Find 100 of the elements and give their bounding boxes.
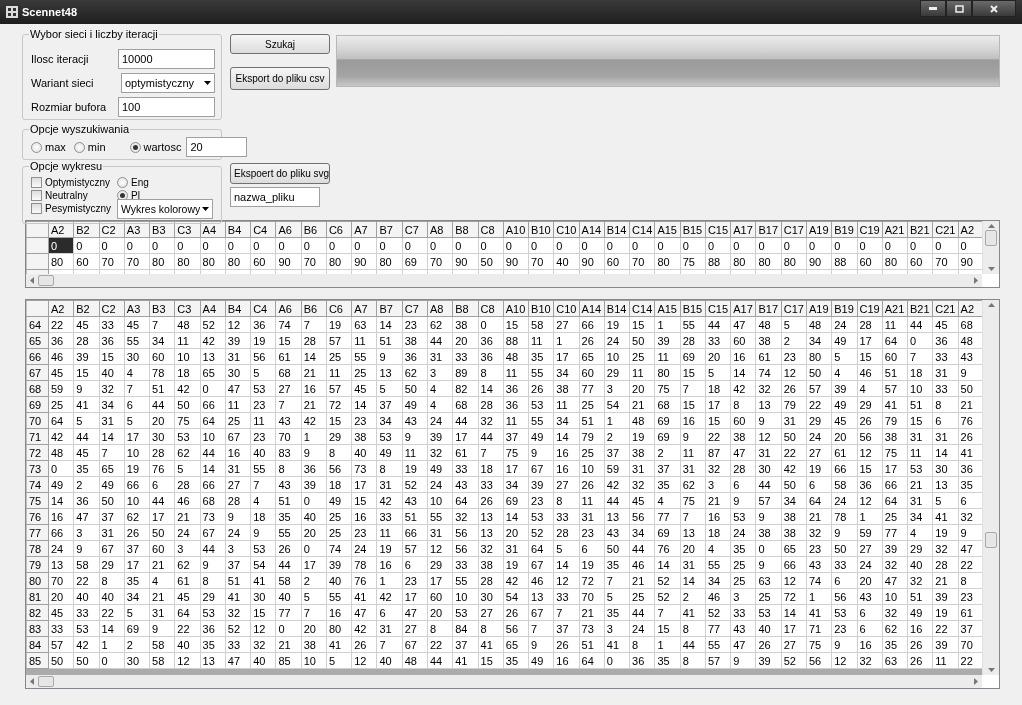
column-header[interactable]: C2 xyxy=(99,300,125,317)
vertical-scrollbar[interactable] xyxy=(982,221,999,274)
minimize-button[interactable] xyxy=(920,0,946,17)
radio-button[interactable]: Eng xyxy=(117,176,215,188)
table-cell[interactable]: 0 xyxy=(781,237,807,254)
table-cell[interactable]: 90 xyxy=(275,253,302,270)
column-header[interactable]: A17 xyxy=(730,300,756,317)
column-header[interactable]: C8 xyxy=(478,300,504,317)
column-header[interactable]: B19 xyxy=(831,221,857,238)
table-cell[interactable]: 0 xyxy=(503,237,529,254)
column-header[interactable]: B7 xyxy=(376,221,403,238)
text-field[interactable]: 10000 xyxy=(118,49,215,69)
checkbox[interactable]: Neutralny xyxy=(31,189,117,201)
column-header[interactable]: B15 xyxy=(680,300,706,317)
column-header[interactable]: C4 xyxy=(250,300,276,317)
table-cell[interactable]: 80 xyxy=(781,253,807,270)
maximize-icon[interactable] xyxy=(954,4,964,13)
radio-dot[interactable] xyxy=(31,141,42,153)
scroll-up-icon[interactable] xyxy=(987,303,995,307)
column-header[interactable]: C10 xyxy=(553,300,580,317)
table-cell[interactable]: 80 xyxy=(225,253,251,270)
table-cell[interactable]: 0 xyxy=(225,237,251,254)
table-cell[interactable]: 0 xyxy=(857,237,883,254)
close-button[interactable] xyxy=(972,0,1016,17)
scroll-right-icon[interactable] xyxy=(974,277,978,284)
column-header[interactable]: A2 xyxy=(958,300,982,317)
table-cell[interactable]: 0 xyxy=(579,237,605,254)
table-cell[interactable]: 80 xyxy=(882,253,908,270)
column-header[interactable]: A8 xyxy=(427,221,453,238)
scrollbar-thumb[interactable] xyxy=(985,230,997,246)
table-cell[interactable]: 0 xyxy=(604,237,630,254)
table-cell[interactable]: 0 xyxy=(73,237,100,254)
column-header[interactable]: C7 xyxy=(402,300,428,317)
scroll-left-icon[interactable] xyxy=(30,277,34,284)
table-cell[interactable]: 80 xyxy=(654,253,681,270)
column-header[interactable]: A2 xyxy=(48,300,74,317)
radio-button[interactable]: min xyxy=(73,141,106,153)
column-header[interactable]: A6 xyxy=(275,300,302,317)
column-header[interactable]: C15 xyxy=(705,300,731,317)
column-header[interactable]: B14 xyxy=(604,221,630,238)
column-header[interactable]: B19 xyxy=(831,300,857,317)
scroll-down-icon[interactable] xyxy=(987,267,995,271)
column-header[interactable]: A14 xyxy=(579,221,605,238)
scroll-left-icon[interactable] xyxy=(30,678,34,685)
column-header[interactable]: A14 xyxy=(579,300,605,317)
column-header[interactable]: C17 xyxy=(781,221,807,238)
table-cell[interactable]: 80 xyxy=(730,253,756,270)
column-header[interactable]: B15 xyxy=(680,221,706,238)
radio-dot[interactable] xyxy=(117,176,128,188)
table-cell[interactable]: 60 xyxy=(604,253,630,270)
column-header[interactable]: B21 xyxy=(907,300,933,317)
checkbox[interactable]: Optymistyczny xyxy=(31,176,117,188)
column-header[interactable]: C21 xyxy=(932,221,959,238)
column-header[interactable]: C19 xyxy=(857,221,883,238)
scroll-up-icon[interactable] xyxy=(987,224,995,228)
table-cell[interactable]: 0 xyxy=(755,237,782,254)
column-header[interactable]: A7 xyxy=(351,300,377,317)
table-cell[interactable]: 80 xyxy=(48,253,74,270)
table-cell[interactable]: 80 xyxy=(326,253,352,270)
table-cell[interactable]: 0 xyxy=(149,237,175,254)
table-cell[interactable]: 0 xyxy=(275,237,302,254)
checkbox-box[interactable] xyxy=(31,202,42,214)
column-header[interactable]: A21 xyxy=(882,300,908,317)
column-header[interactable]: C14 xyxy=(629,300,655,317)
column-header[interactable]: B17 xyxy=(755,300,782,317)
table-cell[interactable]: 90 xyxy=(351,253,377,270)
scroll-right-icon[interactable] xyxy=(974,678,978,685)
column-header[interactable]: B21 xyxy=(907,221,933,238)
table-cell[interactable]: 0 xyxy=(528,237,554,254)
search-button[interactable]: Szukaj xyxy=(230,34,330,54)
column-header[interactable]: C8 xyxy=(478,221,504,238)
column-header[interactable]: B17 xyxy=(755,221,782,238)
table-cell[interactable]: 0 xyxy=(730,237,756,254)
horizontal-scrollbar[interactable] xyxy=(26,274,982,287)
file-name-field[interactable]: nazwa_pliku xyxy=(230,187,320,207)
table-cell[interactable]: 70 xyxy=(99,253,125,270)
column-header[interactable]: B8 xyxy=(452,221,478,238)
column-header[interactable]: B2 xyxy=(73,300,100,317)
dropdown[interactable]: optymistyczny xyxy=(120,73,215,93)
dropdown[interactable]: Wykres kolorowy xyxy=(117,199,213,219)
table-cell[interactable]: 0 xyxy=(376,237,403,254)
table-cell[interactable]: 60 xyxy=(857,253,883,270)
column-header[interactable]: A19 xyxy=(806,221,832,238)
column-header[interactable]: A6 xyxy=(275,221,302,238)
column-header[interactable]: B7 xyxy=(376,300,403,317)
table-cell[interactable]: 0 xyxy=(200,237,226,254)
table-cell[interactable]: 0 xyxy=(427,237,453,254)
column-header[interactable]: A8 xyxy=(427,300,453,317)
table-cell[interactable]: 60 xyxy=(250,253,276,270)
table-cell[interactable]: 90 xyxy=(503,253,529,270)
table-cell[interactable]: 50 xyxy=(478,253,504,270)
scroll-down-icon[interactable] xyxy=(987,668,995,672)
export-svg-button[interactable]: Ekspoert do pliku svg xyxy=(230,163,330,184)
radio-dot[interactable] xyxy=(129,141,141,153)
table-cell[interactable]: 0 xyxy=(301,237,327,254)
radio-dot[interactable] xyxy=(73,141,85,153)
table-cell[interactable]: 0 xyxy=(806,237,832,254)
table-cell[interactable]: 80 xyxy=(755,253,782,270)
column-header[interactable]: B6 xyxy=(301,300,327,317)
column-header[interactable]: A19 xyxy=(806,300,832,317)
